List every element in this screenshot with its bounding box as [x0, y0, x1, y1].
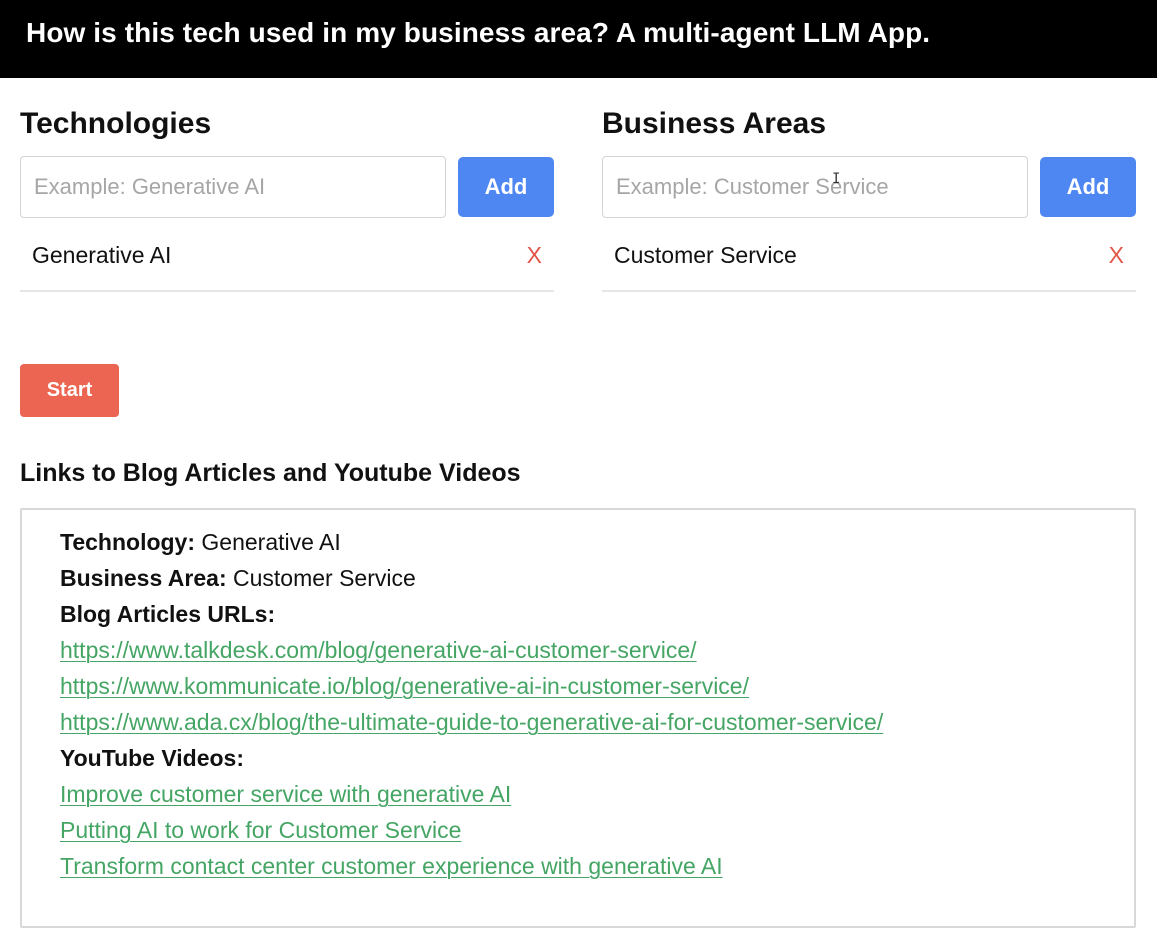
blog-url-link[interactable]: https://www.kommunicate.io/blog/generati… — [60, 668, 1134, 704]
business-area-result-value: Customer Service — [233, 565, 416, 591]
add-technology-button[interactable]: Add — [458, 157, 554, 217]
technologies-heading: Technologies — [20, 107, 212, 140]
business-areas-heading: Business Areas — [602, 107, 827, 140]
blog-url-link[interactable]: https://www.talkdesk.com/blog/generative… — [60, 632, 1134, 668]
youtube-videos-label: YouTube Videos: — [60, 740, 1134, 776]
technologies-panel: Technologies Add Generative AI X — [20, 104, 554, 292]
business-area-input-row: Add — [602, 156, 1136, 218]
blog-articles-label: Blog Articles URLs: — [60, 596, 1134, 632]
results-panel: Technology: Generative AI Business Area:… — [20, 508, 1136, 928]
youtube-videos-label-text: YouTube Videos: — [60, 745, 245, 771]
app-title-bar: How is this tech used in my business are… — [0, 0, 1157, 78]
add-business-area-button[interactable]: Add — [1040, 157, 1136, 217]
app-title: How is this tech used in my business are… — [26, 17, 931, 48]
technology-input[interactable] — [20, 156, 446, 218]
business-area-input[interactable] — [602, 156, 1028, 218]
start-button[interactable]: Start — [20, 364, 119, 417]
technology-result-value: Generative AI — [201, 529, 341, 555]
technology-input-row: Add — [20, 156, 554, 218]
technology-list-item: Generative AI X — [20, 230, 554, 292]
youtube-video-link[interactable]: Improve customer service with generative… — [60, 776, 1134, 812]
technology-result-line: Technology: Generative AI — [60, 524, 1134, 560]
youtube-video-link[interactable]: Transform contact center customer experi… — [60, 848, 1134, 884]
results-heading: Links to Blog Articles and Youtube Video… — [20, 459, 521, 487]
blog-articles-label-text: Blog Articles URLs: — [60, 601, 276, 627]
remove-technology-button[interactable]: X — [527, 242, 542, 269]
business-area-result-line: Business Area: Customer Service — [60, 560, 1134, 596]
business-areas-panel: Business Areas Add Customer Service X — [602, 104, 1136, 292]
business-area-item-label: Customer Service — [614, 242, 797, 268]
business-area-result-label: Business Area: — [60, 565, 227, 591]
remove-business-area-button[interactable]: X — [1109, 242, 1124, 269]
technology-item-label: Generative AI — [32, 242, 172, 268]
technology-result-label: Technology: — [60, 529, 196, 555]
youtube-video-link[interactable]: Putting AI to work for Customer Service — [60, 812, 1134, 848]
text-cursor-icon: I — [832, 171, 841, 187]
blog-url-link[interactable]: https://www.ada.cx/blog/the-ultimate-gui… — [60, 704, 1134, 740]
business-area-list-item: Customer Service X — [602, 230, 1136, 292]
